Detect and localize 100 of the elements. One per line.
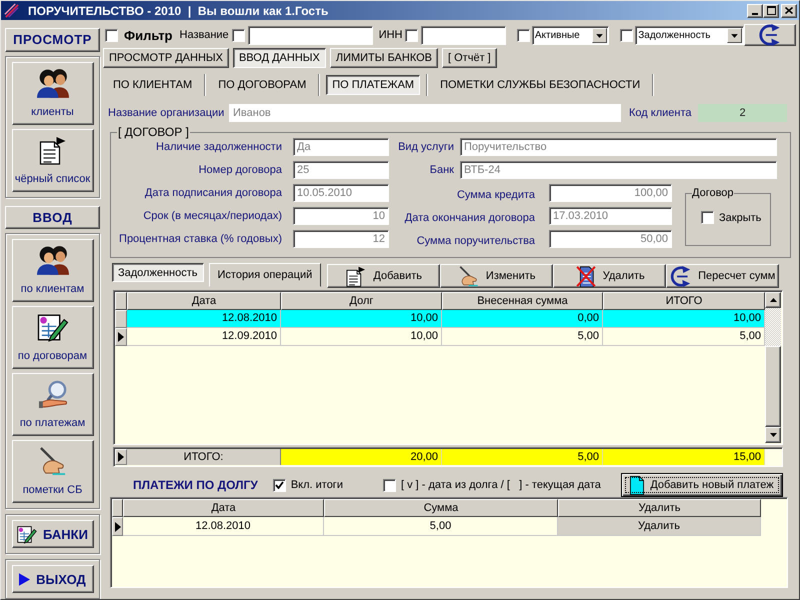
checkbox[interactable] [405, 28, 418, 42]
checkbox[interactable] [516, 28, 530, 42]
field-label: Наличие задолженности [155, 141, 282, 153]
table-cell: 10,00 [281, 328, 442, 346]
total-cell: 20,00 [281, 449, 442, 465]
scroll-down-button[interactable] [765, 427, 781, 443]
field-label: Банк [428, 164, 454, 176]
field-label: Номер договора [198, 164, 282, 176]
column-header[interactable]: Дата [127, 292, 281, 310]
tab[interactable]: ПО КЛИЕНТАМ [107, 75, 198, 95]
text-field[interactable]: ВТБ-24 [460, 161, 777, 179]
close-button[interactable] [781, 4, 797, 18]
table-cell: 5,00 [603, 328, 765, 346]
sidebar-button[interactable]: ВЫХОД [12, 565, 94, 593]
document-icon [630, 476, 644, 494]
toolbar-button[interactable]: Добавить [327, 264, 440, 288]
text-field[interactable]: Да [293, 138, 389, 156]
tab[interactable]: ПРОСМОТР ДАННЫХ [103, 48, 229, 68]
column-header[interactable]: Сумма [324, 499, 558, 517]
table-row[interactable]: 12.09.2010 10,00 5,00 5,00 [115, 328, 765, 346]
scroll-thumb[interactable] [765, 346, 781, 427]
delete-button[interactable]: Удалить [558, 517, 761, 536]
tab[interactable]: ПОМЕТКИ СЛУЖБЫ БЕЗОПАСНОСТИ [434, 75, 646, 95]
text-field[interactable]: 12 [293, 230, 389, 248]
column-header[interactable]: Удалить [558, 499, 761, 517]
maximize-button[interactable] [763, 4, 779, 18]
document-pencil-icon [17, 524, 38, 544]
add-payment-button[interactable]: Добавить новый платеж [621, 473, 783, 497]
checkbox-label[interactable]: [ v ] - дата из долга / [ ] - текущая дата [400, 479, 601, 491]
row-pointer-icon [118, 452, 124, 462]
people-icon [36, 68, 68, 98]
field-label: Сумма кредита [456, 188, 535, 201]
field-label: Процентная ставка (% годовых) [118, 233, 282, 245]
checkbox[interactable] [620, 28, 634, 42]
tab[interactable]: Задолженность [112, 263, 204, 282]
refresh-icon [759, 24, 782, 46]
tab[interactable]: История операций [208, 263, 322, 287]
checkbox[interactable] [105, 28, 118, 42]
checkbox[interactable] [701, 211, 714, 224]
sidebar-button[interactable]: по договорам [12, 306, 94, 369]
section-header[interactable]: ВВОД [5, 206, 100, 229]
refresh-button[interactable] [744, 24, 796, 46]
column-header[interactable]: Внесенная сумма [442, 292, 603, 310]
dropdown[interactable]: Задолженность [635, 26, 744, 44]
totals-label: ИТОГО: [127, 449, 281, 465]
scroll-up-button[interactable] [765, 292, 781, 308]
caret-icon [727, 28, 742, 42]
grid-corner-cell [115, 292, 127, 310]
text-field[interactable]: Поручительство [460, 138, 777, 156]
checkbox[interactable] [382, 478, 396, 492]
text-field[interactable]: 10 [293, 207, 389, 225]
tab[interactable]: ВВОД ДАННЫХ [232, 48, 326, 68]
sidebar-button[interactable]: по клиентам [12, 239, 94, 302]
text-field[interactable]: 17.03.2010 [549, 207, 672, 225]
tab[interactable]: ПО ДОГОВОРАМ [212, 75, 312, 95]
document-pencil-icon [36, 313, 68, 342]
table-cell: 5,00 [324, 517, 558, 536]
row-pointer-icon [118, 332, 124, 342]
table-cell: 12.09.2010 [127, 328, 281, 346]
toolbar-button[interactable]: Удалить [553, 264, 666, 288]
section-header[interactable]: ПРОСМОТР [5, 28, 100, 52]
checkbox[interactable] [232, 28, 245, 42]
text-field[interactable]: 25 [293, 161, 389, 179]
field-label: Сумма поручительства [416, 234, 535, 247]
toolbar-button[interactable]: Изменить [440, 264, 554, 288]
text-field[interactable]: 10.05.2010 [293, 184, 389, 202]
column-header[interactable]: ИТОГО [603, 292, 765, 310]
toolbar-button[interactable]: Пересчет сумм [666, 264, 780, 288]
sidebar-button[interactable]: по платежам [12, 373, 94, 436]
checkbox[interactable] [272, 478, 286, 492]
minimize-button[interactable] [747, 4, 763, 18]
section-title: ПЛАТЕЖИ ПО ДОЛГУ [133, 478, 258, 492]
checkbox-label[interactable]: Вкл. итоги [290, 479, 343, 491]
column-header[interactable]: Дата [123, 499, 324, 517]
tab[interactable]: [ Отчёт ] [442, 48, 497, 68]
input-field[interactable] [248, 26, 373, 44]
sidebar-button[interactable]: чёрный список [12, 128, 94, 192]
total-cell: 15,00 [603, 449, 765, 465]
text-field[interactable]: 100,00 [549, 184, 672, 202]
text-field[interactable]: 50,00 [549, 230, 672, 248]
refresh-icon [670, 266, 692, 286]
checkbox-label[interactable]: Закрыть [719, 212, 762, 224]
total-cell: 5,00 [442, 449, 603, 465]
sidebar-button[interactable]: клиенты [12, 62, 94, 124]
column-header[interactable]: Долг [281, 292, 442, 310]
field-label: Название [180, 29, 229, 41]
client-code-field: 2 [698, 104, 787, 122]
field-label: Вид услуги [397, 141, 454, 153]
text-field[interactable]: Иванов [229, 104, 621, 122]
magnifier-hand-icon [36, 380, 68, 409]
input-field[interactable] [421, 26, 506, 44]
checkmark-icon [274, 481, 284, 489]
dropdown[interactable]: Активные [532, 26, 610, 44]
tab[interactable]: ПО ПЛАТЕЖАМ [326, 75, 420, 95]
sidebar-button[interactable]: БАНКИ [12, 520, 94, 548]
field-label: Код клиента [629, 107, 692, 119]
tab[interactable]: ЛИМИТЫ БАНКОВ [330, 48, 438, 68]
sidebar-button[interactable]: пометки СБ [12, 440, 94, 503]
table-cell: 5,00 [442, 328, 603, 346]
table-row[interactable]: 12.08.2010 10,00 0,00 10,00 [115, 310, 765, 328]
